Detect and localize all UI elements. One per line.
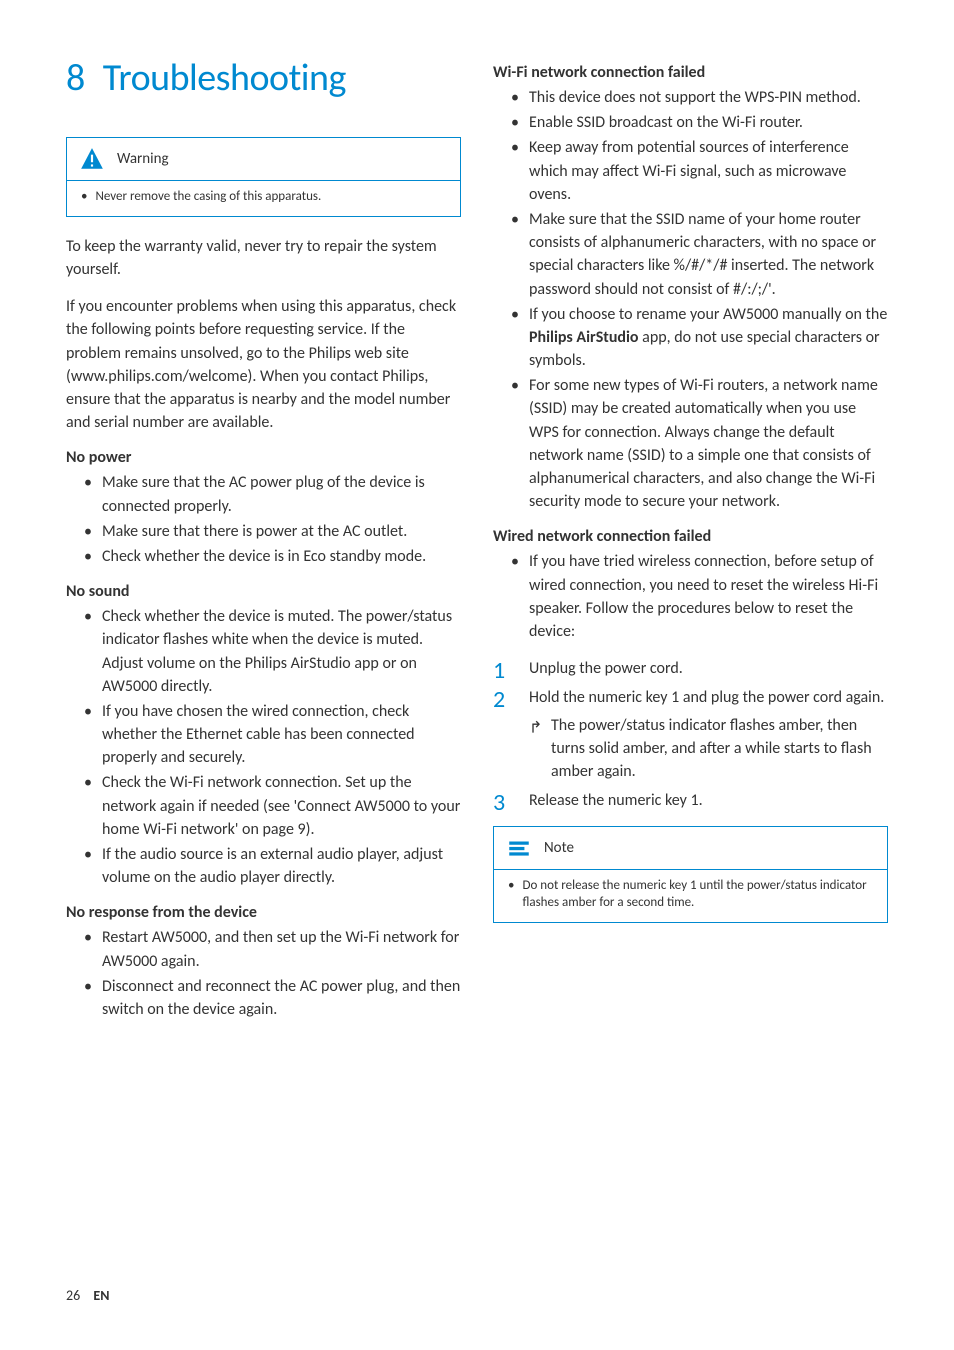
warning-body: • Never remove the casing of this appara… [67, 180, 460, 216]
chapter-title-text: Troubleshooting [103, 55, 346, 101]
step-item: 3Release the numeric key 1. [493, 789, 888, 812]
note-text: Do not release the numeric key 1 until t… [522, 878, 873, 912]
list-item: Enable SSID broadcast on the Wi-Fi route… [511, 111, 888, 134]
page-number: 26 [66, 1287, 80, 1304]
no-sound-heading: No sound [66, 582, 461, 601]
chapter-title: 8 Troubleshooting [66, 55, 461, 101]
note-callout: Note • Do not release the numeric key 1 … [493, 826, 888, 923]
list-item: If you have chosen the wired connection,… [84, 700, 461, 770]
list-item: Make sure that the SSID name of your hom… [511, 208, 888, 301]
no-sound-list: Check whether the device is muted. The p… [66, 605, 461, 889]
app-name: Philips AirStudio [529, 328, 639, 347]
language-code: EN [93, 1287, 109, 1304]
intro-paragraph-1: To keep the warranty valid, never try to… [66, 235, 461, 281]
list-item: Check the Wi-Fi network connection. Set … [84, 771, 461, 841]
note-body: • Do not release the numeric key 1 until… [494, 869, 887, 922]
warning-label: Warning [117, 150, 169, 168]
no-response-list: Restart AW5000, and then set up the Wi-F… [66, 926, 461, 1021]
step-item: 2Hold the numeric key 1 and plug the pow… [493, 686, 888, 783]
warning-callout: Warning • Never remove the casing of thi… [66, 137, 461, 217]
list-item: If the audio source is an external audio… [84, 843, 461, 889]
wired-failed-heading: Wired network connection failed [493, 527, 888, 546]
chapter-number: 8 [66, 55, 85, 101]
list-item: Restart AW5000, and then set up the Wi-F… [84, 926, 461, 972]
list-item: If you choose to rename your AW5000 manu… [511, 303, 888, 373]
list-item: Make sure that the AC power plug of the … [84, 471, 461, 517]
no-response-heading: No response from the device [66, 903, 461, 922]
note-label: Note [544, 839, 574, 857]
wifi-failed-list: This device does not support the WPS-PIN… [493, 86, 888, 513]
warning-header: Warning [67, 138, 460, 180]
step-result: The power/status indicator flashes amber… [529, 714, 888, 784]
no-power-heading: No power [66, 448, 461, 467]
list-item: Make sure that there is power at the AC … [84, 520, 461, 543]
list-item: If you have tried wireless connection, b… [511, 550, 888, 643]
note-header: Note [494, 827, 887, 869]
list-item: Keep away from potential sources of inte… [511, 136, 888, 206]
wired-failed-intro-list: If you have tried wireless connection, b… [493, 550, 888, 643]
wired-failed-steps: 1Unplug the power cord. 2Hold the numeri… [493, 657, 888, 812]
warning-text: Never remove the casing of this apparatu… [95, 189, 321, 206]
list-item: For some new types of Wi-Fi routers, a n… [511, 374, 888, 513]
page-footer: 26 EN [66, 1287, 109, 1304]
list-item: Disconnect and reconnect the AC power pl… [84, 975, 461, 1021]
list-item: Check whether the device is in Eco stand… [84, 545, 461, 568]
list-item: This device does not support the WPS-PIN… [511, 86, 888, 109]
warning-icon [79, 146, 105, 172]
no-power-list: Make sure that the AC power plug of the … [66, 471, 461, 568]
wifi-failed-heading: Wi-Fi network connection failed [493, 63, 888, 82]
list-item: Check whether the device is muted. The p… [84, 605, 461, 698]
intro-paragraph-2: If you encounter problems when using thi… [66, 295, 461, 434]
step-item: 1Unplug the power cord. [493, 657, 888, 680]
note-icon [506, 835, 532, 861]
